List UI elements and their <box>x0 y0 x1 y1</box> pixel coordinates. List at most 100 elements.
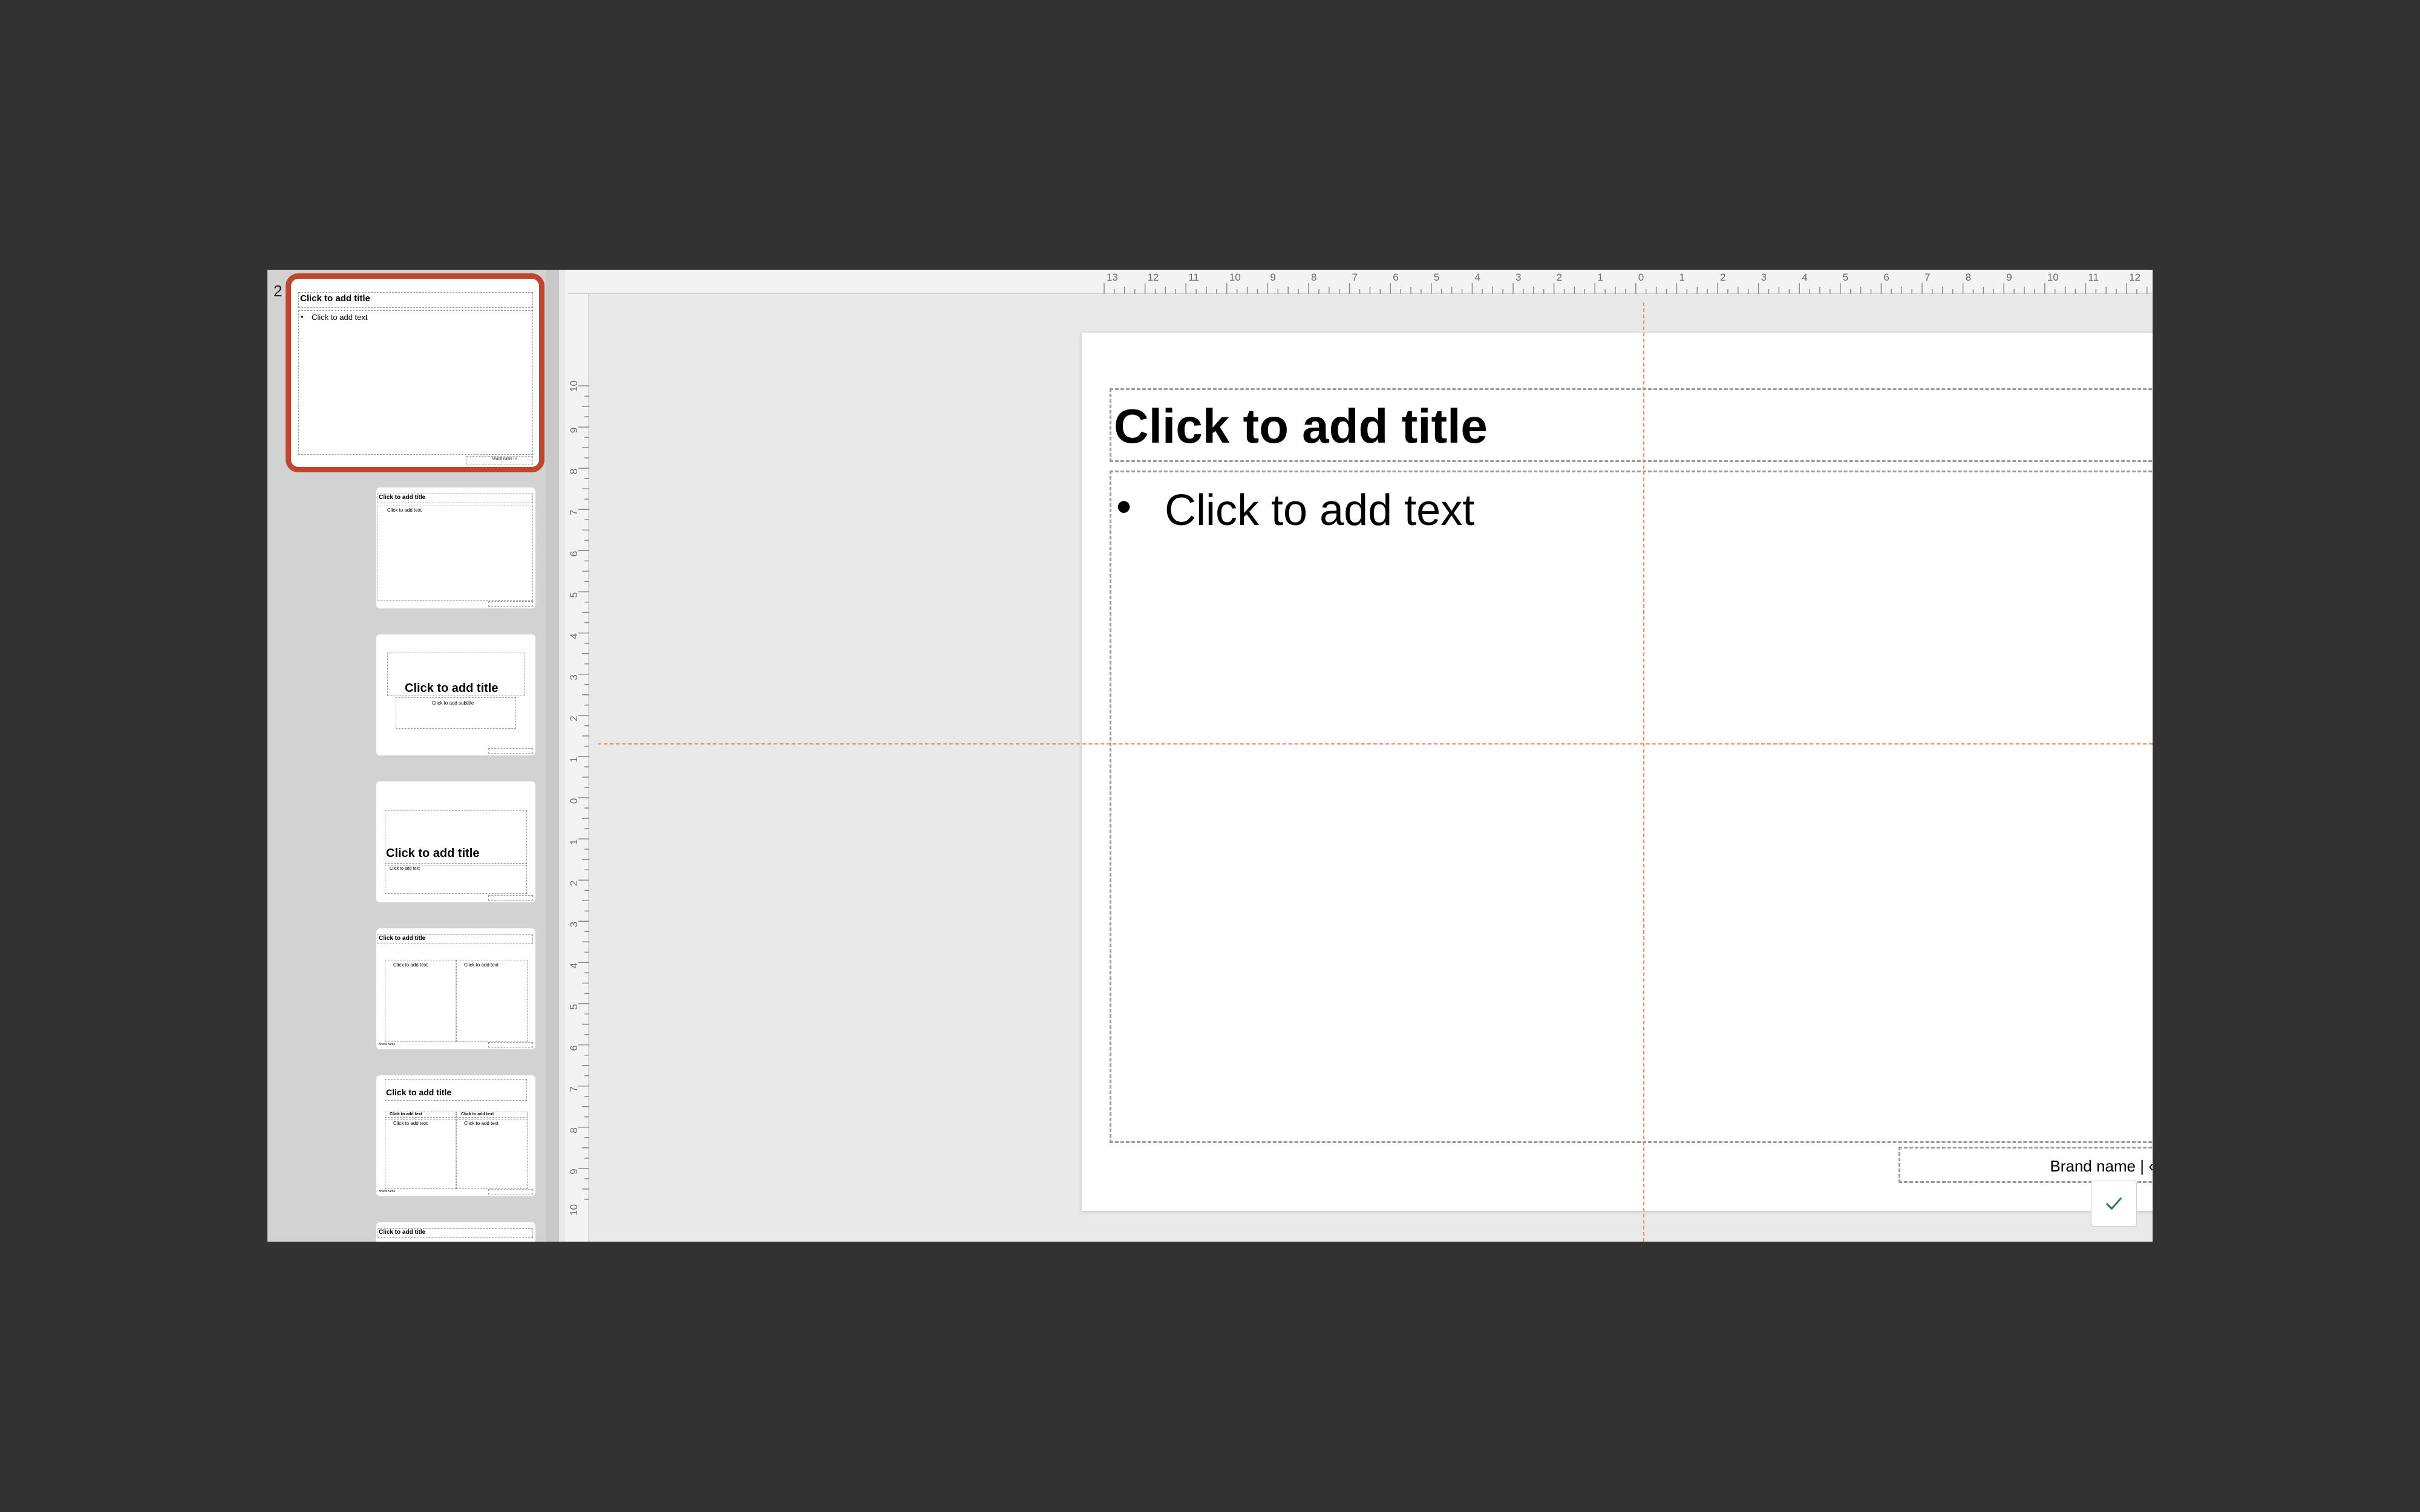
thumbnail-layout-two-content[interactable]: Click to add title Click to add text Cli… <box>376 928 535 1049</box>
ruler-label: 10 <box>2047 272 2059 283</box>
thumb-text: Click to add text <box>312 313 368 322</box>
slide-master-editor: 2 Click to add title • Click to add text… <box>267 270 2182 1242</box>
slide-number: 2 <box>273 282 283 300</box>
ruler-label: 12 <box>1148 272 1159 283</box>
ruler-label: 4 <box>568 633 580 639</box>
thumb-footer-placeholder <box>488 1189 533 1194</box>
ruler-label: 4 <box>1802 272 1807 283</box>
thumb-title: Click to add title <box>379 935 426 942</box>
horizontal-ruler-ticks: 13121110987654321012345678910111213 <box>1104 272 2182 294</box>
vertical-ruler-ticks: 10987654321012345678910 <box>568 380 589 1216</box>
thumb-footer-placeholder <box>488 1042 533 1048</box>
ruler-label: 5 <box>1434 272 1439 283</box>
thumbnail-layout-title-only[interactable]: Click to add title <box>376 1222 535 1242</box>
thumbnail-layout-section-header[interactable]: Click to add title Click to add text <box>376 781 535 902</box>
ruler-label: 2 <box>1720 272 1725 283</box>
ruler-label: 4 <box>568 963 580 968</box>
title-placeholder[interactable]: Click to add title <box>1110 388 2153 462</box>
ruler-label: 9 <box>1270 272 1275 283</box>
ruler-label: 7 <box>1925 272 1930 283</box>
ruler-label: 0 <box>568 798 580 804</box>
ruler-label: 6 <box>1883 272 1889 283</box>
thumb-footer-placeholder <box>488 748 533 754</box>
thumb-title: Click to add title <box>300 293 370 304</box>
ruler-label: 3 <box>568 922 580 927</box>
ruler-label: 6 <box>1393 272 1398 283</box>
thumbnail-scrollbar[interactable] <box>546 270 559 1242</box>
thumb-bullet: • <box>301 312 304 321</box>
ruler-label: 10 <box>568 1204 580 1216</box>
thumb-left-placeholder <box>385 960 456 1042</box>
thumb-right-text: Click to add text <box>464 1121 499 1126</box>
thumb-footer-placeholder <box>488 601 533 607</box>
thumb-left-placeholder <box>385 1119 456 1189</box>
thumb-left-text: Click to add text <box>393 1121 428 1126</box>
thumb-right-heading: Click to add text <box>461 1112 494 1116</box>
footer-placeholder[interactable]: Brand name | ‹#› <box>1898 1147 2153 1183</box>
thumb-footer: Brand name <box>379 1043 396 1046</box>
slide[interactable]: Click to add title • Click to add text B… <box>1082 333 2153 1211</box>
ruler-label: 8 <box>1966 272 1971 283</box>
thumb-body-placeholder <box>378 506 533 601</box>
ruler-label: 12 <box>2129 272 2140 283</box>
thumb-footer: Brand name <box>379 1190 396 1193</box>
ruler-label: 9 <box>568 428 580 433</box>
ruler-label: 11 <box>1188 272 1199 283</box>
ruler-label: 0 <box>1638 272 1644 283</box>
thumbnail-master-layout[interactable]: Click to add title • Click to add text B… <box>286 273 544 472</box>
ruler-label: 5 <box>568 592 580 598</box>
ruler-label: 8 <box>568 1127 580 1133</box>
ruler-label: 10 <box>1229 272 1241 283</box>
body-placeholder-text: Click to add text <box>1165 486 1475 535</box>
vertical-ruler[interactable]: 10 9 8 7 6 5 4 3 2 1 0 1 2 3 4 5 6 7 8 9 10 <box>565 294 589 1242</box>
thumbnail-layout-comparison[interactable]: Click to add title Click to add text Cli… <box>376 1075 535 1196</box>
footer-text: Brand name | ‹#› <box>2050 1157 2153 1175</box>
thumb-footer: Brand name | # <box>492 457 517 461</box>
ruler-label: 7 <box>568 1086 580 1092</box>
bullet: • <box>1116 483 1132 531</box>
ruler-label: 6 <box>568 551 580 556</box>
thumb-title: Click to add title <box>405 682 499 695</box>
ruler-label: 13 <box>1107 272 1118 283</box>
ruler-label: 1 <box>568 839 580 845</box>
done-button[interactable] <box>2091 1181 2137 1227</box>
thumb-title: Click to add title <box>386 1087 452 1097</box>
horizontal-guide[interactable] <box>598 743 2153 745</box>
thumb-title: Click to add title <box>386 847 480 860</box>
ruler-label: 5 <box>568 1004 580 1009</box>
ruler-label: 11 <box>2088 272 2099 283</box>
thumb-body-placeholder <box>298 310 533 455</box>
ruler-label: 5 <box>1843 272 1848 283</box>
thumb-text: Click to add text <box>387 507 422 513</box>
thumbnail-pane: 2 Click to add title • Click to add text… <box>267 270 559 1242</box>
vertical-guide[interactable] <box>1643 302 1644 1242</box>
thumb-left-heading: Click to add text <box>390 1112 423 1116</box>
thumb-right-text: Click to add text <box>464 962 499 968</box>
ruler-label: 1 <box>568 757 580 762</box>
ruler-label: 6 <box>568 1045 580 1051</box>
thumbnail-layout-title-slide[interactable]: Click to add title Click to add subtitle <box>376 634 535 755</box>
ruler-label: 10 <box>568 380 580 392</box>
ruler-label: 8 <box>568 469 580 474</box>
ruler-label: 2 <box>1557 272 1562 283</box>
thumb-right-placeholder <box>456 1119 528 1189</box>
ruler-label: 4 <box>1474 272 1480 283</box>
ruler-label: 2 <box>568 715 580 721</box>
thumbnail-layout-title-content[interactable]: Click to add title Click to add text <box>376 487 535 608</box>
ruler-label: 7 <box>1352 272 1358 283</box>
horizontal-ruler[interactable]: 13121110987654321012345678910111213 <box>568 270 2182 294</box>
ruler-label: 8 <box>1311 272 1316 283</box>
ruler-label: 9 <box>2006 272 2012 283</box>
ruler-label: 3 <box>1516 272 1521 283</box>
title-placeholder-text: Click to add title <box>1114 399 1488 453</box>
thumb-footer-placeholder <box>488 895 533 901</box>
thumb-title: Click to add title <box>379 1229 426 1236</box>
ruler-label: 2 <box>568 881 580 886</box>
thumb-text: Click to add text <box>390 867 420 871</box>
slide-canvas[interactable]: Click to add title • Click to add text B… <box>598 302 2153 1242</box>
body-placeholder[interactable]: • Click to add text <box>1110 471 2153 1143</box>
thumb-right-placeholder <box>456 960 528 1042</box>
ruler-label: 3 <box>1761 272 1767 283</box>
check-icon <box>2106 1197 2122 1210</box>
thumb-left-text: Click to add text <box>393 962 428 968</box>
